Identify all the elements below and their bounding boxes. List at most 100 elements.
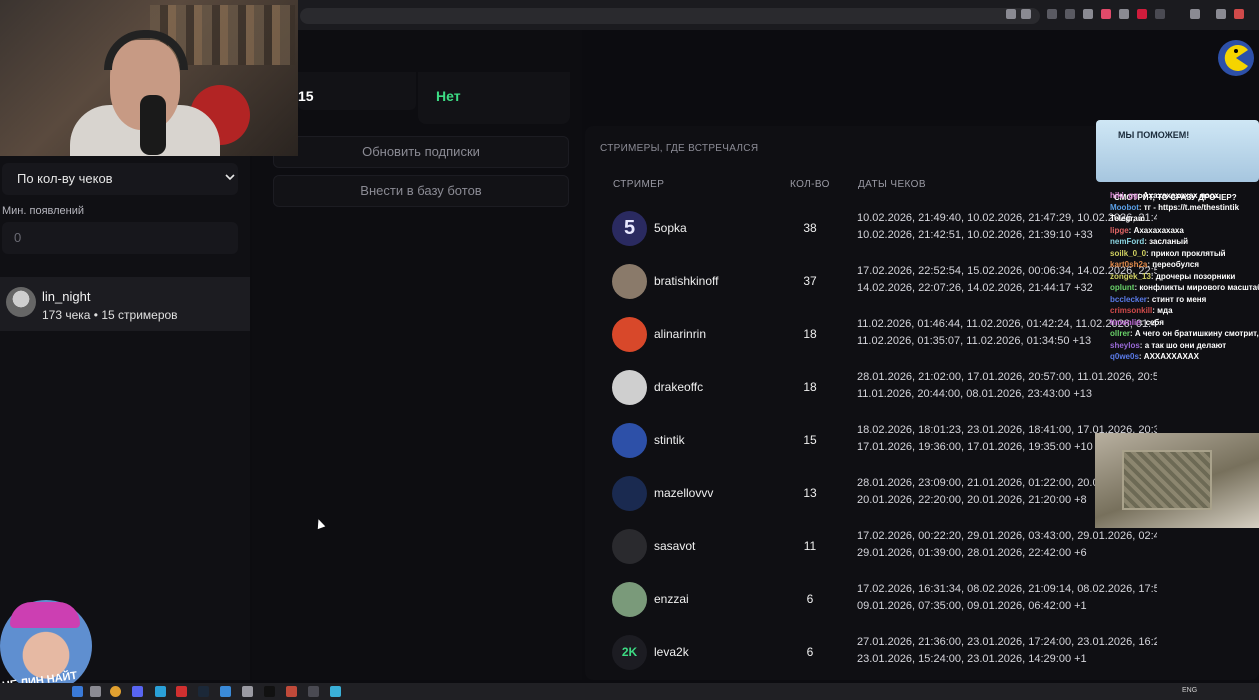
overlay-banner-text: МЫ ПОМОЖЕМ! <box>1118 130 1190 140</box>
table-row[interactable]: 5 5opka 38 10.02.2026, 21:49:40, 10.02.2026… <box>600 202 1160 255</box>
zoom-icon[interactable] <box>1006 9 1016 19</box>
streamer-name[interactable]: 5opka <box>654 221 687 235</box>
telegram-icon[interactable] <box>155 686 166 697</box>
chat-username[interactable]: zongek_13 <box>1110 272 1151 281</box>
start-icon[interactable] <box>72 686 83 697</box>
app-icon[interactable] <box>264 686 275 697</box>
chat-text: прикол проклятый <box>1150 248 1226 258</box>
table-row[interactable]: drakeoffc 18 28.01.2026, 21:02:00, 17.01.2… <box>600 361 1160 414</box>
extension-icon[interactable] <box>1216 9 1226 19</box>
table-row[interactable]: mazellovvv 13 28.01.2026, 23:09:00, 21.01.… <box>600 467 1160 520</box>
min-appearances-input[interactable]: 0 <box>2 222 238 254</box>
streamer-name[interactable]: drakeoffc <box>654 380 703 394</box>
star-icon[interactable] <box>1021 9 1031 19</box>
avatar <box>612 582 647 617</box>
table-row[interactable]: bratishkinoff 37 17.02.2026, 22:52:54, 15.… <box>600 255 1160 308</box>
subscribed-value: Нет <box>436 88 461 104</box>
santa-hat <box>10 602 80 628</box>
taskbar <box>0 683 1259 700</box>
add-to-bots-db-button[interactable]: Внести в базу ботов <box>273 175 569 207</box>
extension-icon[interactable] <box>1137 9 1147 19</box>
check-count: 38 <box>803 221 817 235</box>
chat-username[interactable]: crimsonkill <box>1110 306 1152 315</box>
settings-icon[interactable] <box>90 686 101 697</box>
chat-username[interactable]: soilk_0_0 <box>1110 249 1146 258</box>
extension-icon[interactable] <box>1119 9 1129 19</box>
app-icon[interactable] <box>242 686 253 697</box>
chat-username[interactable]: q0we0s <box>1110 352 1139 361</box>
chat-username[interactable]: oplunt <box>1110 283 1134 292</box>
check-dates-line1: 27.01.2026, 21:36:00, 23.01.2026, 17:24:… <box>857 636 1157 648</box>
streamer-name[interactable]: sasavot <box>654 539 695 553</box>
app-icon[interactable] <box>220 686 231 697</box>
extension-icon[interactable] <box>1155 9 1165 19</box>
chat-message: soilk_0_0: прикол проклятый <box>1110 248 1259 260</box>
user-card[interactable] <box>0 277 250 331</box>
table-row[interactable]: sasavot 11 17.02.2026, 00:22:20, 29.01.202… <box>600 520 1160 573</box>
table-row[interactable]: stintik 15 18.02.2026, 18:01:23, 23.01.202… <box>600 414 1160 467</box>
chat-username[interactable]: nemFord <box>1110 237 1144 246</box>
check-count: 11 <box>803 539 817 553</box>
chat-username[interactable]: kart0sh2a <box>1110 260 1147 269</box>
chat-username[interactable]: ollrer <box>1110 329 1130 338</box>
chat-text: переобулся <box>1152 260 1200 269</box>
streamer-name[interactable]: enzzai <box>654 592 689 606</box>
check-count: 18 <box>803 327 817 341</box>
keyboard-language[interactable]: ENG <box>1182 687 1197 694</box>
check-count: 18 <box>803 380 817 394</box>
check-count: 13 <box>803 486 817 500</box>
chat-username[interactable]: hmonlie <box>1110 318 1141 327</box>
streamer-name[interactable]: stintik <box>654 433 685 447</box>
sort-select[interactable]: По кол-ву чеков <box>2 163 238 195</box>
chat-text: мда <box>1157 306 1173 315</box>
column-header-dates: ДАТЫ ЧЕКОВ <box>858 179 926 190</box>
extension-icon[interactable] <box>1101 9 1111 19</box>
puzzle-icon[interactable] <box>1190 9 1200 19</box>
extension-icon[interactable] <box>1083 9 1093 19</box>
steam-icon[interactable] <box>198 686 209 697</box>
table-row[interactable]: alinarinrin 18 11.02.2026, 01:46:44, 11.02… <box>600 308 1160 361</box>
check-count: 6 <box>806 645 814 659</box>
check-count: 15 <box>803 433 817 447</box>
chat-text: А чего он братишкину смотрит, он же его … <box>1134 329 1259 338</box>
pacman-logo-icon <box>1218 40 1254 76</box>
chat-message: bcclecker: стинт го меня <box>1110 294 1259 306</box>
chat-text: Ахахахахаха <box>1133 225 1184 235</box>
discord-icon[interactable] <box>132 686 143 697</box>
extension-icon[interactable] <box>1234 9 1244 19</box>
app-icon[interactable] <box>330 686 341 697</box>
avatar <box>612 423 647 458</box>
table-row[interactable]: 2K leva2k 6 27.01.2026, 21:36:00, 23.01.202… <box>600 626 1160 679</box>
check-dates-line2: 20.01.2026, 22:20:00, 20.01.2026, 21:20:… <box>857 494 1087 506</box>
pacman-icon <box>1224 45 1248 71</box>
extension-icon[interactable] <box>1065 9 1075 19</box>
app-icon[interactable] <box>308 686 319 697</box>
address-bar[interactable] <box>300 8 1040 24</box>
app-icon[interactable] <box>176 686 187 697</box>
chat-text: Ахахахахахах лоох <box>1142 191 1219 200</box>
chat-message: q0we0s: АХХАХХАХАХ <box>1110 351 1259 363</box>
chat-username[interactable]: bcclecker <box>1110 295 1147 304</box>
chat-username[interactable]: lipge <box>1110 226 1129 235</box>
streamer-name[interactable]: leva2k <box>654 645 689 659</box>
webcam-overlay <box>0 0 298 156</box>
app-icon[interactable] <box>286 686 297 697</box>
extension-icon[interactable] <box>1047 9 1057 19</box>
chat-text: а так шо они делают <box>1144 340 1227 350</box>
streamer-name[interactable]: mazellovvv <box>654 486 713 500</box>
chat-username[interactable]: hiki_gg <box>1110 191 1138 200</box>
streamer-name[interactable]: alinarinrin <box>654 327 706 341</box>
section-title: СТРИМЕРЫ, ГДЕ ВСТРЕЧАЛСЯ <box>600 143 759 154</box>
streamer-name[interactable]: bratishkinoff <box>654 274 718 288</box>
user-name: lin_night <box>42 289 91 304</box>
avatar <box>612 264 647 299</box>
chat-username[interactable]: Moobot <box>1110 203 1139 212</box>
chrome-icon[interactable] <box>110 686 121 697</box>
table-row[interactable]: enzzai 6 17.02.2026, 16:31:34, 08.02.2026,… <box>600 573 1160 626</box>
update-subscriptions-button[interactable]: Обновить подписки <box>273 136 569 168</box>
middle-panel <box>252 30 582 680</box>
chat-username[interactable]: sheylos <box>1110 341 1140 350</box>
chat-text: себя <box>1145 317 1164 327</box>
chat-text: Telegram <box>1110 214 1145 223</box>
check-dates-line2: 23.01.2026, 15:24:00, 23.01.2026, 14:29:… <box>857 653 1087 665</box>
